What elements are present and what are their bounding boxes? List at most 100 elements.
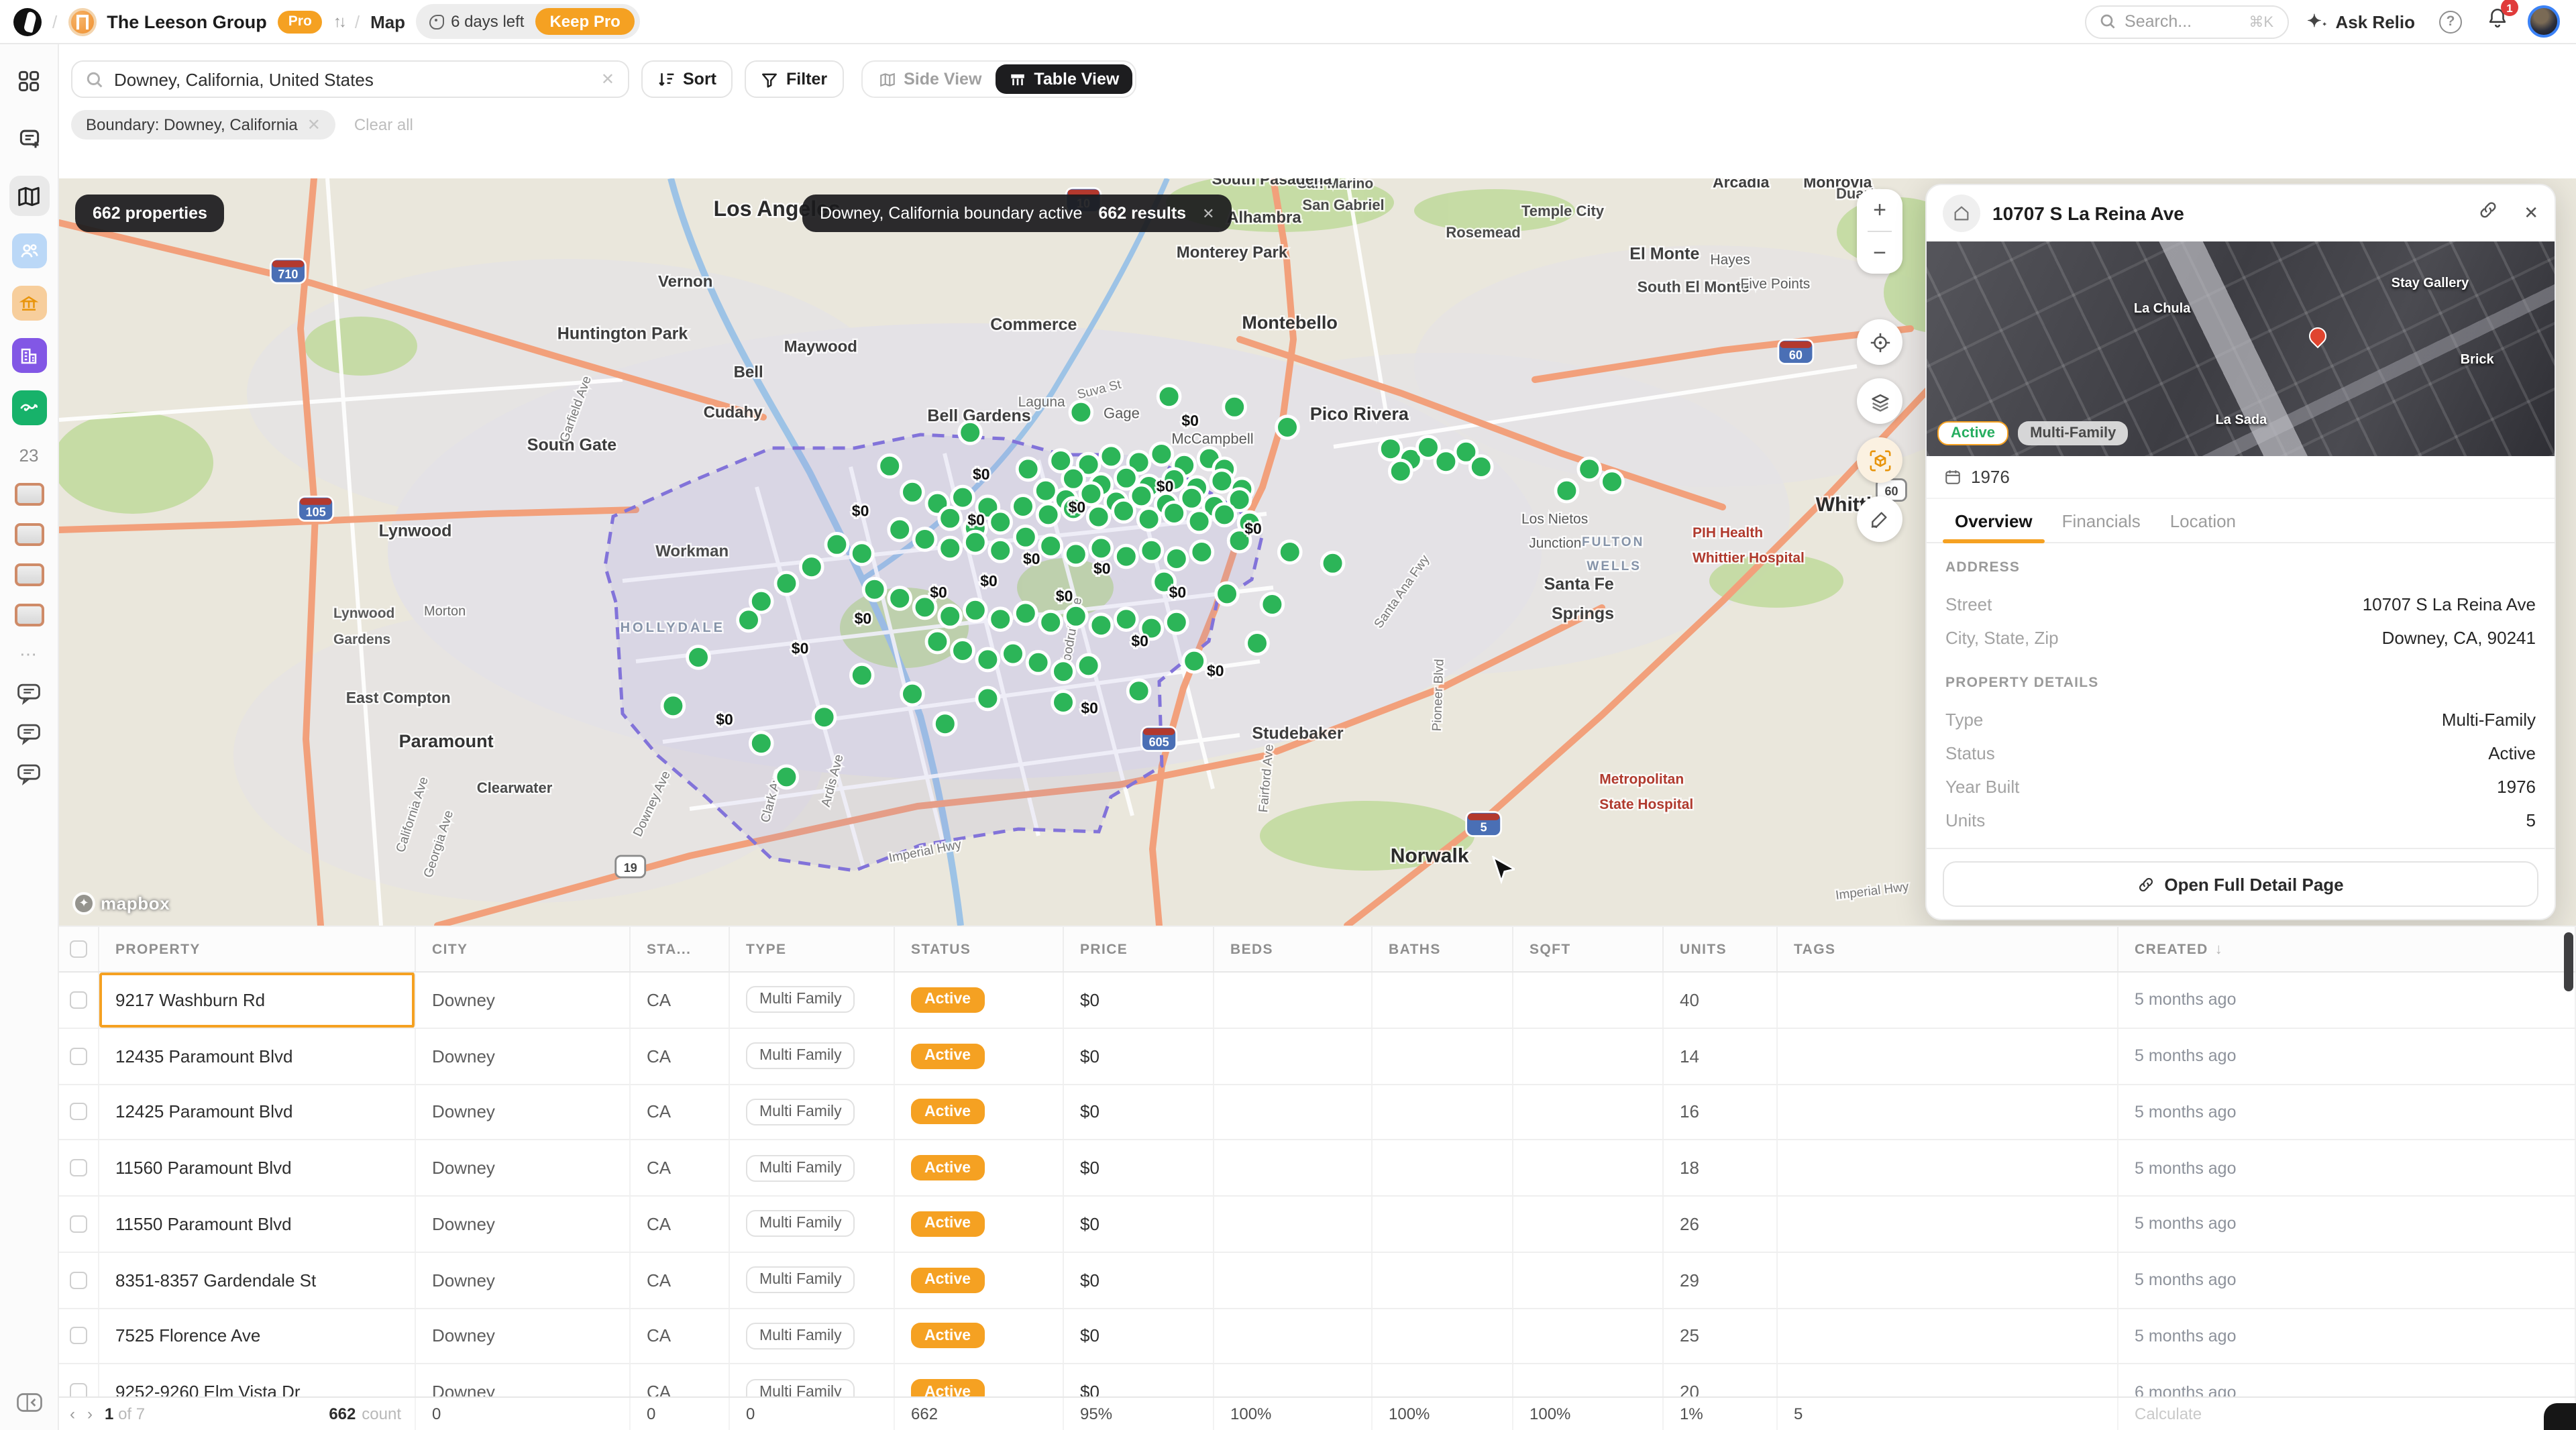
property-marker[interactable] [889,588,911,610]
property-marker[interactable] [952,486,974,508]
column-header-created[interactable]: CREATED↓ [2118,927,2576,971]
property-marker[interactable] [989,608,1012,630]
property-marker[interactable] [1150,443,1173,465]
table-row[interactable]: 8351-8357 Gardendale StDowneyCAMulti Fam… [59,1253,2576,1309]
property-marker[interactable] [959,421,981,443]
property-marker[interactable] [1188,510,1210,533]
property-marker[interactable] [1113,500,1135,522]
relio-logo-icon[interactable] [13,7,42,36]
chat-bubble-icon[interactable] [16,763,42,786]
clear-all-button[interactable]: Clear all [354,115,413,134]
breadcrumb-map[interactable]: Map [370,11,405,32]
boundary-active-banner[interactable]: Downey, California boundary active 662 r… [802,195,1232,232]
column-header-property[interactable]: PROPERTY [99,927,416,971]
row-checkbox[interactable] [70,1159,87,1176]
property-marker[interactable] [1322,552,1344,574]
property-marker[interactable] [800,556,822,578]
property-marker[interactable] [1014,526,1036,548]
column-header-city[interactable]: CITY [416,927,631,971]
property-marker[interactable] [813,706,835,728]
location-search-input[interactable]: Downey, California, United States ✕ [71,60,629,98]
column-header-sta[interactable]: STA... [631,927,730,971]
property-marker[interactable] [902,481,924,503]
property-marker[interactable] [662,695,684,717]
property-marker[interactable] [1012,496,1034,518]
collapse-sidebar-button[interactable] [15,1392,42,1419]
property-marker[interactable] [1277,417,1299,439]
row-checkbox[interactable] [70,1047,87,1064]
property-marker[interactable] [1246,632,1269,655]
mapbox-attribution[interactable]: ✦ mapbox [72,892,170,915]
stat-created-calculate[interactable]: Calculate [2118,1398,2576,1430]
property-marker[interactable] [863,578,885,600]
property-marker[interactable] [738,609,760,631]
dismiss-banner-icon[interactable]: ✕ [1202,205,1214,222]
row-checkbox[interactable] [70,1103,87,1121]
sidebar-item-new-note[interactable] [9,118,49,158]
corner-widget[interactable] [2544,1403,2576,1430]
property-marker[interactable] [1090,614,1112,637]
property-marker[interactable] [989,539,1012,561]
property-marker[interactable] [1065,543,1087,565]
row-checkbox[interactable] [70,1271,87,1288]
tab-overview[interactable]: Overview [1943,499,2045,542]
sort-indicator-icon[interactable]: ↓ [2215,941,2222,957]
table-row[interactable]: 12425 Paramount BlvdDowneyCAMulti Family… [59,1085,2576,1141]
global-search[interactable]: Search... ⌘K [2084,5,2288,38]
column-header-type[interactable]: TYPE [730,927,895,971]
table-view-tab[interactable]: Table View [995,64,1132,94]
property-marker[interactable] [889,518,911,541]
sidebar-item-lenders[interactable] [11,286,46,321]
locate-me-button[interactable] [1857,319,1902,365]
property-marker[interactable] [1027,651,1049,673]
org-avatar[interactable] [68,7,96,36]
3d-buildings-button[interactable] [1857,437,1902,483]
property-marker[interactable] [1214,504,1236,526]
property-marker[interactable] [1216,583,1238,605]
property-marker[interactable] [1224,396,1246,418]
property-marker[interactable] [934,713,956,735]
sidebar-item-map[interactable] [9,176,49,216]
user-avatar[interactable] [2528,5,2560,38]
property-marker[interactable] [750,732,772,755]
property-marker[interactable] [1115,545,1137,567]
select-all-checkbox[interactable] [70,940,87,958]
property-marker[interactable] [1128,680,1150,702]
map-canvas[interactable]: 105710106056051960 Los AngelesNorwalkWhi… [59,178,2576,926]
ask-relio-button[interactable]: ✦˖ Ask Relio [2307,11,2415,32]
tab-location[interactable]: Location [2158,499,2248,542]
property-marker[interactable] [989,511,1012,533]
property-marker[interactable] [964,599,986,621]
property-marker[interactable] [851,543,873,565]
table-row[interactable]: 11560 Paramount BlvdDowneyCAMulti Family… [59,1141,2576,1197]
table-row[interactable]: 9217 Washburn RdDowneyCAMulti FamilyActi… [59,973,2576,1029]
sidebar-board-thumbnail[interactable] [14,563,44,586]
sort-button[interactable]: Sort [641,60,733,98]
notifications-button[interactable]: 1 [2486,7,2509,36]
sidebar-board-thumbnail[interactable] [14,604,44,626]
property-marker[interactable] [1279,541,1301,563]
property-marker[interactable] [826,533,848,555]
sidebar-item-deals[interactable] [11,390,46,425]
map-layers-button[interactable] [1857,378,1902,424]
open-full-detail-button[interactable]: Open Full Detail Page [1943,861,2538,907]
tab-financials[interactable]: Financials [2050,499,2153,542]
property-marker[interactable] [1158,386,1180,408]
property-marker[interactable] [1002,643,1024,665]
help-button[interactable]: ? [2439,10,2462,33]
column-header-price[interactable]: PRICE [1064,927,1214,971]
property-marker[interactable] [914,529,936,551]
property-marker[interactable] [902,683,924,705]
property-marker[interactable] [851,664,873,686]
property-marker[interactable] [1470,456,1492,478]
satellite-preview[interactable]: Active Multi-Family La ChulaBrickStay Ga… [1927,241,2555,456]
property-marker[interactable] [1389,460,1411,482]
property-marker[interactable] [1601,471,1623,493]
property-marker[interactable] [1140,539,1163,561]
org-name[interactable]: The Leeson Group [107,11,267,32]
next-page-button[interactable]: › [87,1405,93,1423]
property-marker[interactable] [879,455,901,477]
table-scrollbar-thumb[interactable] [2564,932,2573,991]
property-marker[interactable] [1115,608,1137,630]
table-row[interactable]: 7525 Florence AveDowneyCAMulti FamilyAct… [59,1309,2576,1365]
